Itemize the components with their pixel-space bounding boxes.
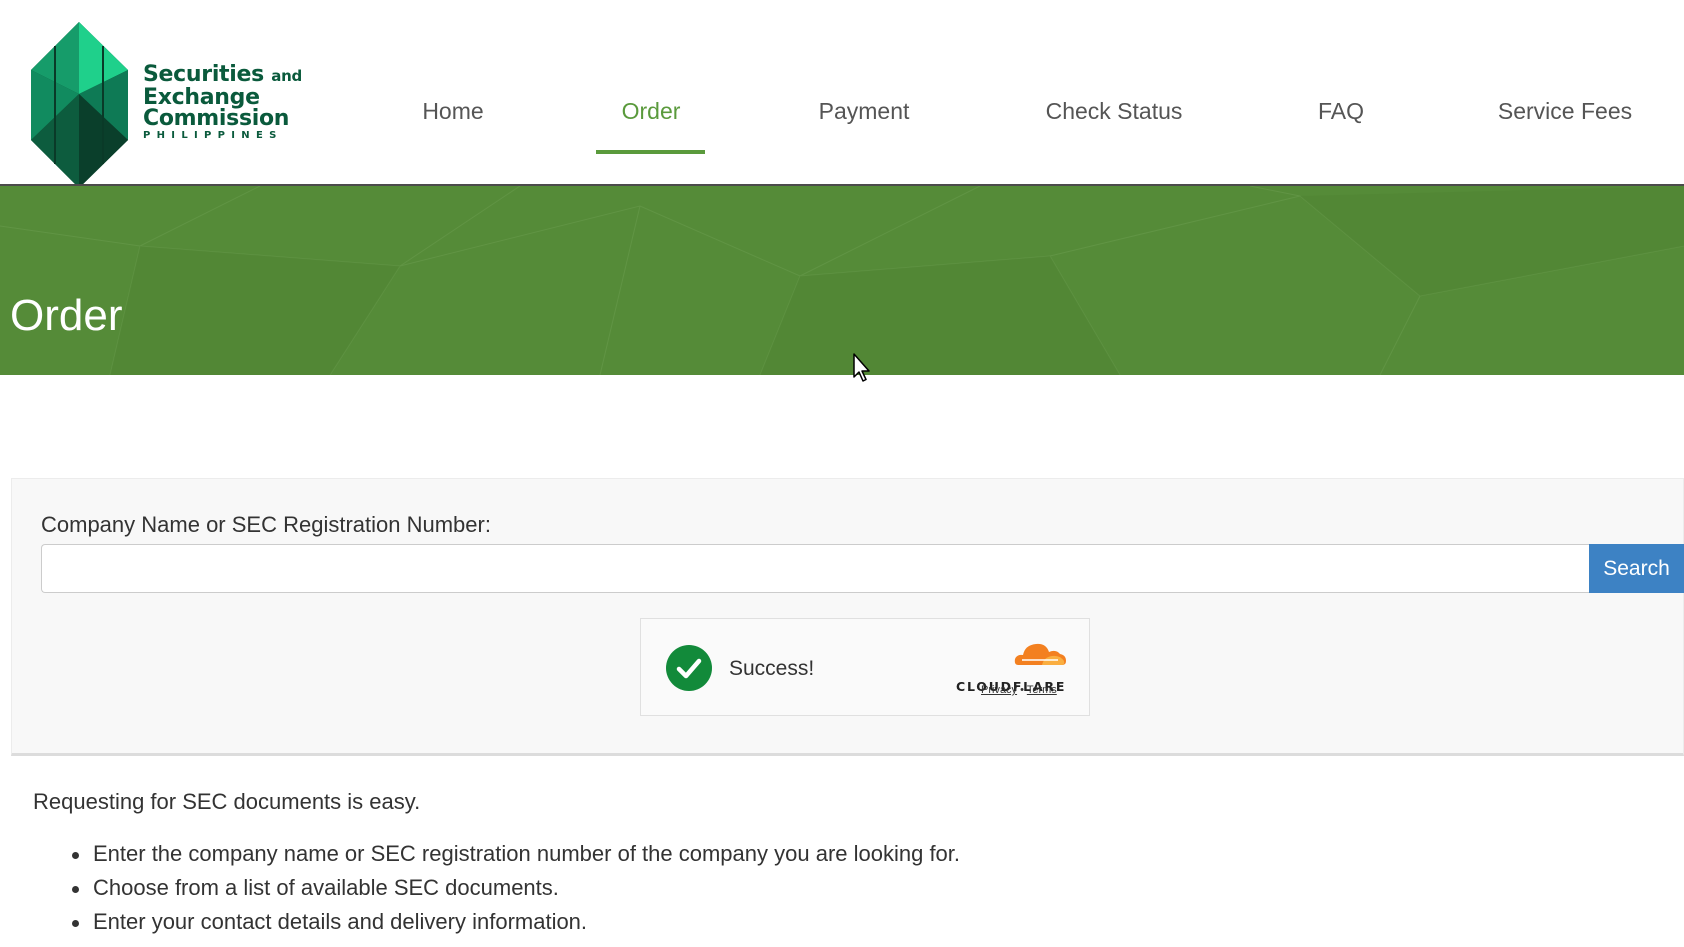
main-nav: Home Order Payment Check Status FAQ Serv… [0, 0, 1684, 184]
list-item: Enter your contact details and delivery … [71, 905, 960, 939]
privacy-link[interactable]: Privacy [981, 684, 1017, 696]
list-item: Enter the company name or SEC registrati… [71, 837, 960, 871]
instructions-list: Enter the company name or SEC registrati… [71, 837, 960, 939]
company-search-input[interactable] [41, 544, 1589, 593]
captcha-links: Privacy • Terms [981, 684, 1057, 696]
success-checkmark-icon [666, 645, 712, 691]
nav-check-status[interactable]: Check Status [1046, 98, 1183, 125]
site-header: Securities and Exchange Commission PHILI… [0, 0, 1684, 188]
cloudflare-cloud-icon [1014, 643, 1066, 665]
nav-service-fees[interactable]: Service Fees [1498, 98, 1632, 125]
link-separator: • [1020, 684, 1024, 696]
nav-payment[interactable]: Payment [819, 98, 910, 125]
nav-active-indicator [596, 150, 705, 154]
captcha-status: Success! [729, 657, 815, 680]
list-item: Choose from a list of available SEC docu… [71, 871, 960, 905]
mouse-pointer-icon [853, 353, 870, 382]
page-banner: Order [0, 184, 1684, 375]
nav-home[interactable]: Home [422, 98, 483, 125]
terms-link[interactable]: Terms [1027, 684, 1057, 696]
search-button[interactable]: Search [1589, 544, 1684, 593]
search-label: Company Name or SEC Registration Number: [41, 512, 491, 537]
page-title: Order [10, 291, 123, 340]
captcha-widget[interactable]: Success! CLOUDFLARE Privacy • Terms [640, 618, 1090, 716]
nav-order[interactable]: Order [622, 98, 681, 125]
banner-pattern [0, 186, 1684, 375]
instructions-intro: Requesting for SEC documents is easy. [33, 789, 421, 814]
nav-faq[interactable]: FAQ [1318, 98, 1364, 125]
